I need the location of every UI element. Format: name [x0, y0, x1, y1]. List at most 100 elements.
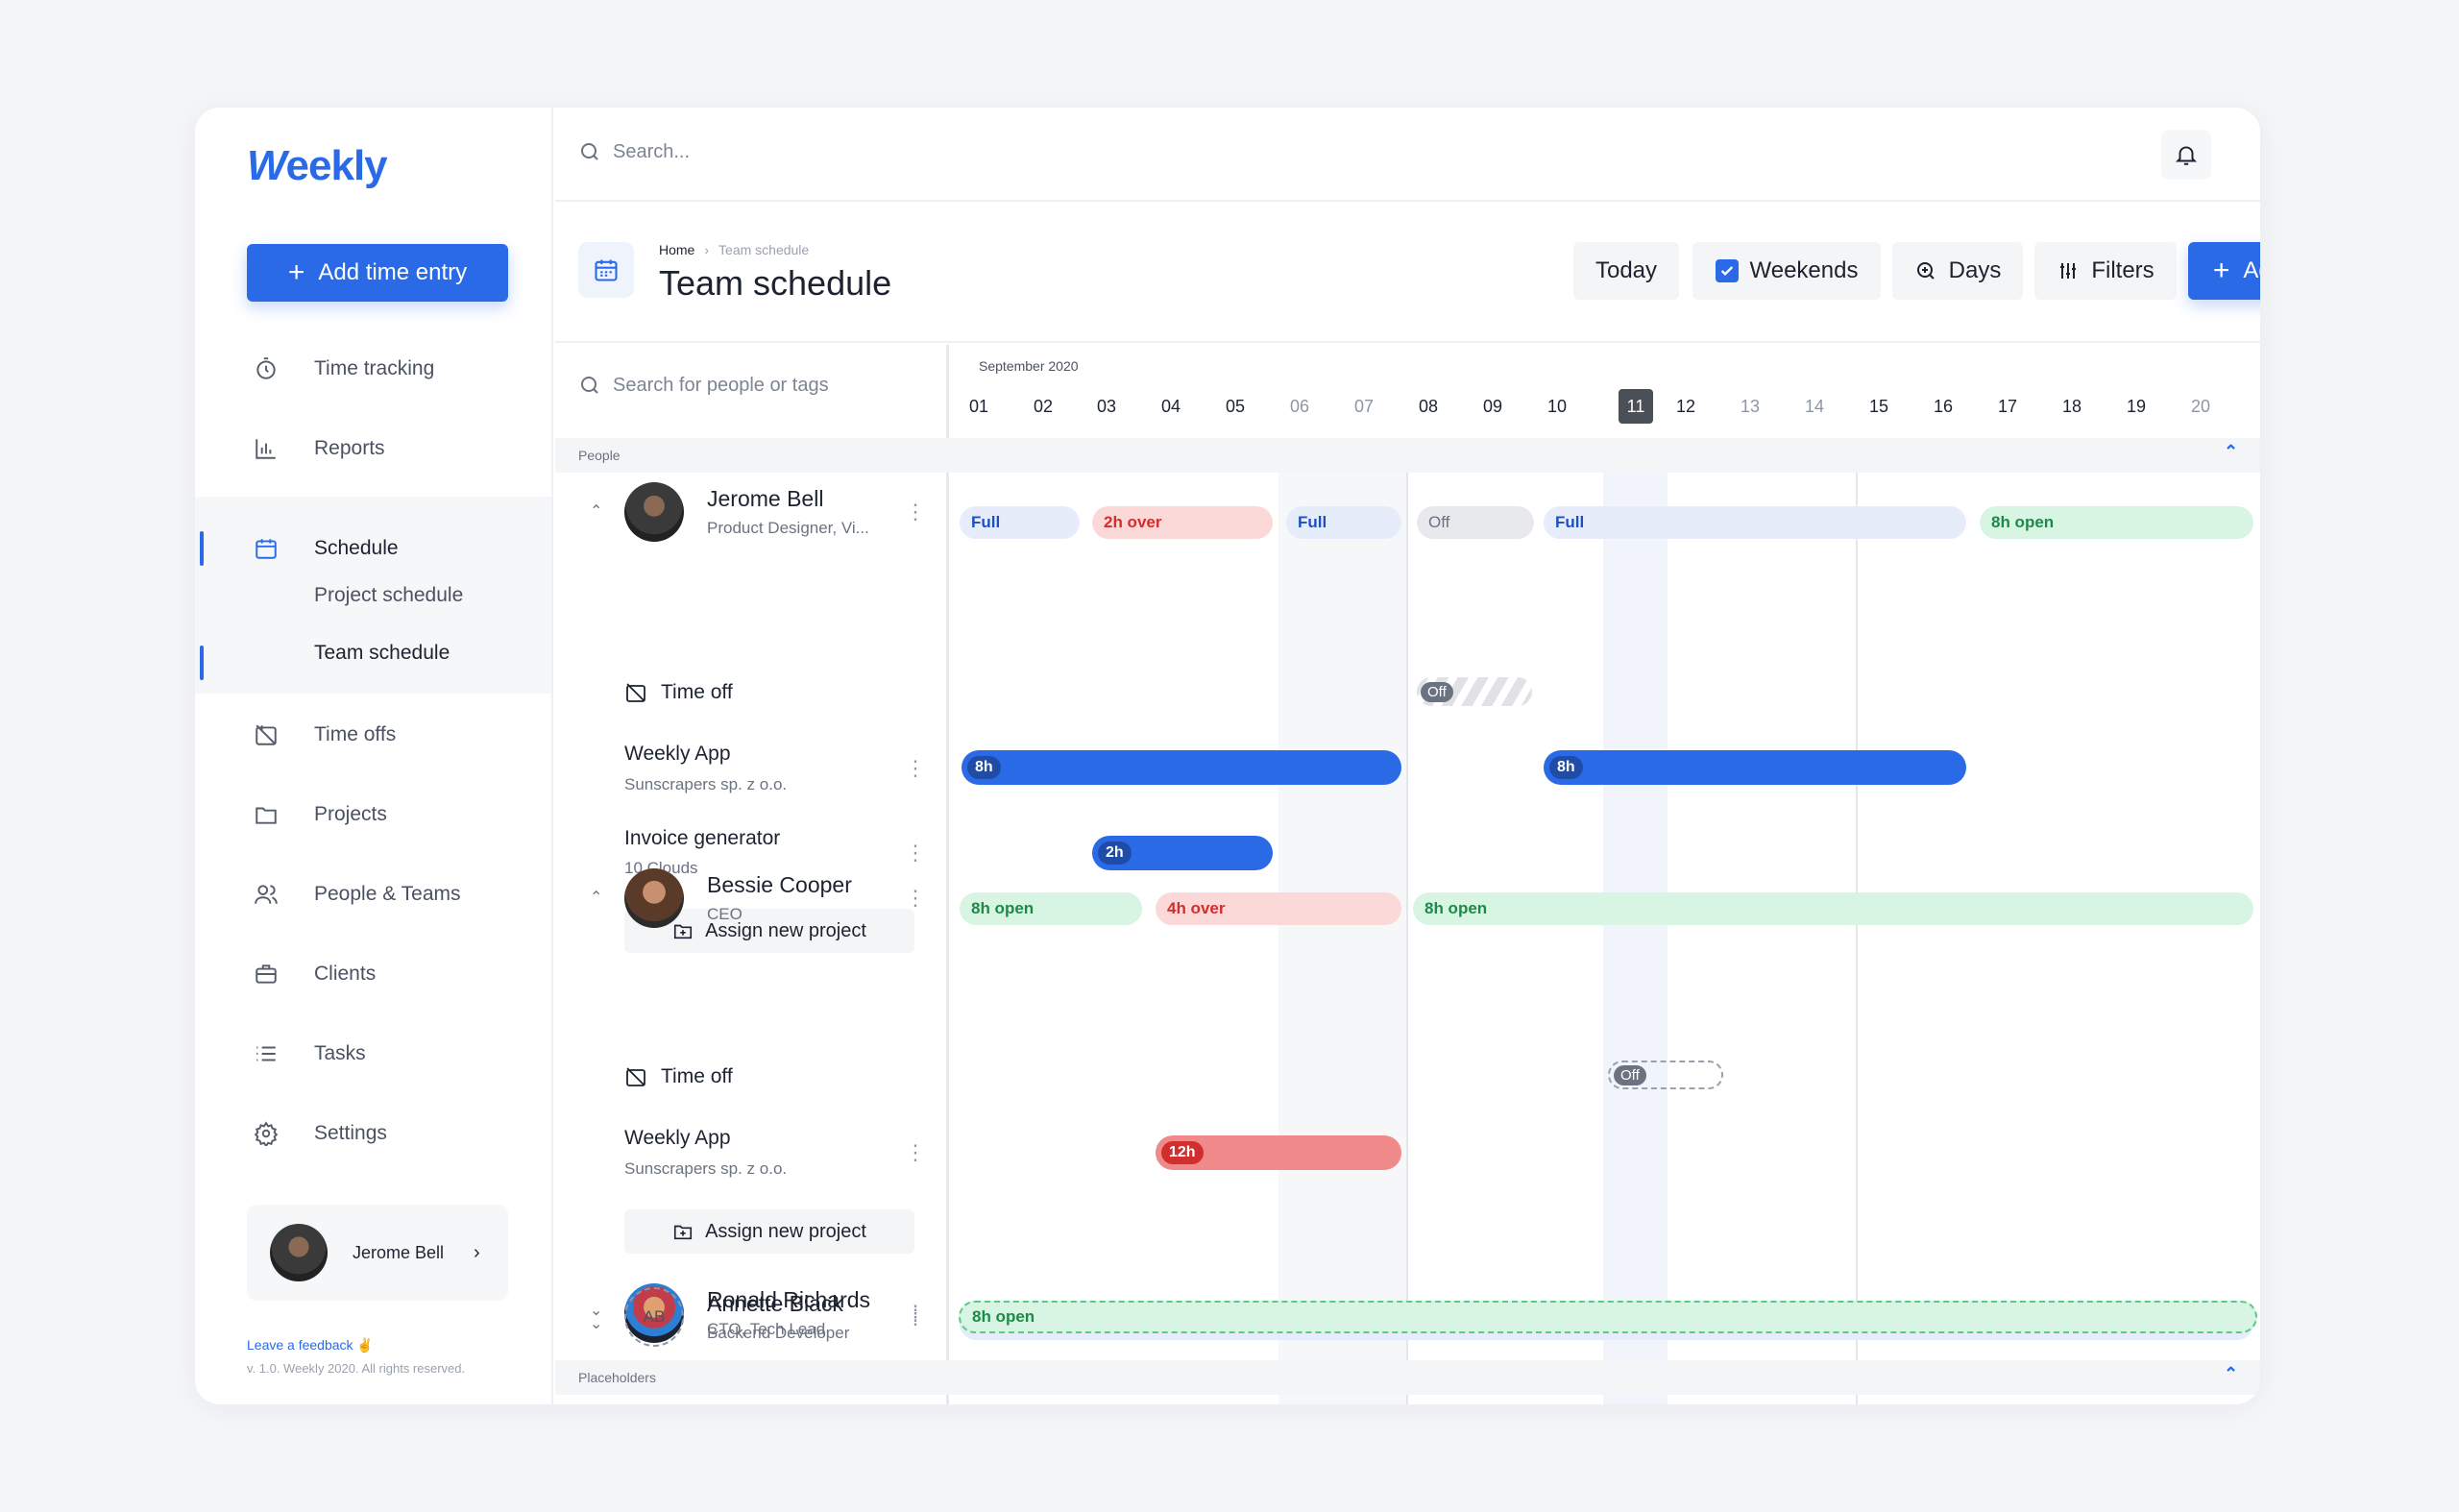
bar-chart-icon — [253, 435, 280, 462]
day-header: 03 — [1096, 396, 1117, 416]
sidebar-subitem-team-schedule[interactable]: Team schedule — [314, 642, 450, 665]
assign-new-project-button[interactable]: Assign new project — [624, 1209, 914, 1254]
sidebar-item-time-tracking[interactable]: Time tracking — [195, 340, 551, 398]
week-divider — [1406, 472, 1408, 1404]
breadcrumb-home[interactable]: Home — [659, 242, 694, 257]
placeholder-row[interactable]: ⌄ AB Annette Black Backend Developer ⋮ 8… — [555, 1278, 2260, 1383]
app-logo[interactable]: Weekly — [247, 142, 388, 190]
weekends-toggle[interactable]: Weekends — [1692, 242, 1881, 300]
search-input[interactable]: Search... — [613, 141, 690, 163]
capacity-pill[interactable]: Full — [1286, 506, 1401, 539]
folder-plus-icon — [673, 1225, 693, 1240]
breadcrumb: Home › Team schedule — [659, 242, 809, 257]
day-header: 14 — [1804, 396, 1825, 416]
capacity-pill[interactable]: 8h open — [1413, 892, 2253, 925]
day-header: 07 — [1353, 396, 1375, 416]
week-divider — [1856, 472, 1858, 1404]
capacity-pill[interactable]: Full — [960, 506, 1080, 539]
feedback-link[interactable]: Leave a feedback ✌ — [247, 1337, 374, 1353]
kebab-menu-icon[interactable]: ⋮ — [905, 1305, 926, 1329]
sidebar-item-tasks[interactable]: Tasks — [195, 1025, 551, 1083]
calendar-off-icon — [626, 683, 645, 702]
month-label: September 2020 — [979, 358, 1079, 374]
app-window: Weekly + Add time entry Time tracking Rep… — [195, 108, 2260, 1404]
capacity-pill[interactable]: Full — [1544, 506, 1966, 539]
sliders-icon — [2060, 263, 2077, 279]
active-indicator — [200, 646, 204, 680]
page-header: Home › Team schedule Team schedule Today… — [555, 204, 2260, 343]
sidebar-item-clients[interactable]: Clients — [195, 945, 551, 1003]
sidebar: Weekly + Add time entry Time tracking Rep… — [195, 108, 553, 1404]
page-title: Team schedule — [659, 263, 892, 303]
kebab-menu-icon[interactable]: ⋮ — [905, 758, 926, 779]
chevron-up-icon[interactable]: ⌃ — [590, 501, 602, 521]
gear-icon — [253, 1120, 280, 1147]
kebab-menu-icon[interactable]: ⋮ — [905, 1142, 926, 1163]
kebab-menu-icon[interactable]: ⋮ — [905, 501, 926, 523]
capacity-pill[interactable]: 8h open — [960, 892, 1142, 925]
day-header: 08 — [1418, 396, 1439, 416]
sidebar-item-people-teams[interactable]: People & Teams — [195, 866, 551, 923]
people-search[interactable]: Search for people or tags — [578, 374, 829, 397]
person-name: Annette Black — [707, 1291, 843, 1316]
project-name: Weekly App — [624, 743, 731, 765]
version-text: v. 1.0. Weekly 2020. All rights reserved… — [247, 1361, 466, 1376]
capacity-pill[interactable]: 8h open — [1980, 506, 2253, 539]
grid-bottom — [555, 1395, 2260, 1404]
filters-button[interactable]: Filters — [2034, 242, 2177, 300]
checkbox-checked[interactable] — [1715, 259, 1739, 282]
chevron-up-icon[interactable]: ⌃ — [590, 888, 602, 907]
schedule-group: Schedule Project schedule Team schedule — [195, 497, 551, 694]
avatar — [270, 1224, 328, 1281]
chevron-down-icon[interactable]: ⌄ — [590, 1314, 602, 1333]
sidebar-item-time-offs[interactable]: Time offs — [195, 706, 551, 764]
day-header: 01 — [968, 396, 989, 416]
day-header: 02 — [1033, 396, 1054, 416]
day-header: 10 — [1546, 396, 1568, 416]
today-column — [1603, 472, 1668, 1404]
plus-icon: + — [2212, 255, 2230, 286]
time-off-block[interactable]: Off — [1417, 677, 1532, 706]
day-header: 09 — [1482, 396, 1503, 416]
sidebar-subitem-project-schedule[interactable]: Project schedule — [314, 584, 463, 607]
sidebar-item-schedule[interactable]: Schedule — [195, 520, 551, 577]
person-row[interactable]: ⌃ Jerome Bell Product Designer, Vi... ⋮ — [555, 473, 949, 554]
sidebar-item-settings[interactable]: Settings — [195, 1105, 551, 1162]
today-day-header[interactable]: 11 — [1619, 389, 1653, 424]
plus-icon: + — [287, 256, 305, 288]
person-role: CEO — [707, 905, 743, 923]
chevron-up-icon[interactable]: ⌃ — [2224, 442, 2238, 462]
sidebar-item-reports[interactable]: Reports — [195, 420, 551, 477]
capacity-pill[interactable]: 4h over — [1156, 892, 1401, 925]
project-bar[interactable]: 8h — [1544, 750, 1966, 785]
people-icon — [253, 881, 280, 908]
day-header: 18 — [2061, 396, 2082, 416]
days-view-button[interactable]: Days — [1892, 242, 2023, 300]
people-search-input[interactable]: Search for people or tags — [613, 375, 829, 397]
section-people: People ⌃ — [555, 438, 2260, 473]
time-off-row: Time off — [624, 1065, 733, 1088]
project-bar[interactable]: 2h — [1092, 836, 1273, 870]
search-icon — [581, 377, 598, 394]
add-new-user-button[interactable]: +Add new user — [2188, 242, 2260, 300]
time-off-block[interactable]: Off — [1608, 1061, 1723, 1089]
day-header: 05 — [1225, 396, 1246, 416]
capacity-pill[interactable]: Off — [1417, 506, 1534, 539]
project-name: Invoice generator — [624, 827, 781, 849]
project-bar[interactable]: 12h — [1156, 1135, 1401, 1170]
avatar — [624, 482, 684, 542]
kebab-menu-icon[interactable]: ⋮ — [905, 888, 926, 909]
notifications-button[interactable] — [2161, 130, 2211, 180]
today-button[interactable]: Today — [1573, 242, 1679, 300]
calendar-area: September 2020 01 02 03 04 05 06 07 08 0… — [952, 345, 2260, 1404]
sidebar-item-projects[interactable]: Projects — [195, 786, 551, 843]
global-search[interactable]: Search... — [578, 140, 690, 163]
breadcrumb-current: Team schedule — [718, 242, 810, 257]
capacity-pill[interactable]: 2h over — [1092, 506, 1273, 539]
person-row[interactable]: ⌃ Bessie Cooper CEO ⋮ — [555, 859, 949, 940]
project-bar[interactable]: 8h — [962, 750, 1401, 785]
add-time-entry-button[interactable]: + Add time entry — [247, 244, 508, 302]
capacity-pill[interactable]: 8h open — [959, 1301, 2257, 1333]
current-user-card[interactable]: Jerome Bell › — [247, 1205, 508, 1301]
zoom-icon — [1916, 262, 1935, 280]
